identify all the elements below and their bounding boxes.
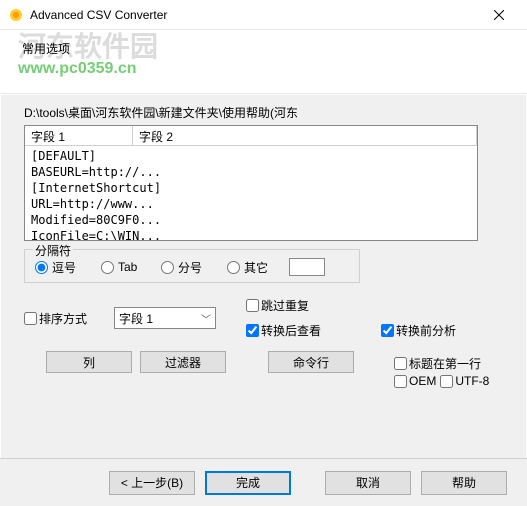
main-content: D:\tools\桌面\河东软件园\新建文件夹\使用帮助(河东 字段 1 字段 …	[0, 94, 527, 383]
list-item[interactable]: IconFile=C:\WIN...	[31, 228, 471, 241]
list-item[interactable]: URL=http://www...	[31, 196, 471, 212]
cmdline-button[interactable]: 命令行	[268, 351, 354, 373]
check-skip-dup[interactable]: 跳过重复	[246, 297, 321, 314]
other-separator-input[interactable]	[289, 258, 325, 276]
separator-group: 分隔符 逗号 Tab 分号 其它	[24, 249, 360, 283]
close-button[interactable]	[479, 1, 519, 29]
path-label: D:\tools\桌面\河东软件园\新建文件夹\使用帮助(河东	[24, 104, 503, 121]
list-item[interactable]: BASEURL=http://...	[31, 164, 471, 180]
radio-tab[interactable]: Tab	[101, 260, 159, 274]
back-button[interactable]: < 上一步(B)	[109, 471, 195, 495]
titlebar: Advanced CSV Converter	[0, 0, 527, 30]
radio-comma-input[interactable]	[35, 261, 48, 274]
check-sort-input[interactable]	[24, 312, 37, 325]
radio-comma[interactable]: 逗号	[35, 259, 99, 276]
chevron-down-icon: ﹀	[201, 311, 211, 326]
check-header-first[interactable]: 标题在第一行	[394, 355, 489, 372]
list-item[interactable]: Modified=80C9F0...	[31, 212, 471, 228]
check-header-first-input[interactable]	[394, 357, 407, 370]
radio-other-input[interactable]	[227, 261, 240, 274]
separator-group-title: 分隔符	[33, 242, 73, 259]
right-options: 标题在第一行 OEM UTF-8	[394, 355, 489, 388]
close-icon	[494, 10, 504, 20]
header-area: 河东软件园 www.pc0359.cn 常用选项	[0, 30, 527, 94]
help-button[interactable]: 帮助	[421, 471, 507, 495]
check-oem[interactable]: OEM	[394, 374, 436, 388]
list-item[interactable]: [InternetShortcut]	[31, 180, 471, 196]
window-title: Advanced CSV Converter	[30, 8, 479, 22]
column-header-1[interactable]: 字段 1	[25, 126, 133, 145]
combo-value: 字段 1	[119, 310, 153, 327]
check-analyze-before-input[interactable]	[381, 324, 394, 337]
check-view-after[interactable]: 转换后查看	[246, 322, 321, 339]
radio-semicolon[interactable]: 分号	[161, 259, 225, 276]
page-subtitle: 常用选项	[22, 40, 70, 57]
columns-button[interactable]: 列	[46, 351, 132, 373]
check-sort[interactable]: 排序方式	[24, 310, 106, 327]
column-header-2[interactable]: 字段 2	[133, 126, 477, 145]
finish-button[interactable]: 完成	[205, 471, 291, 495]
check-utf8-input[interactable]	[440, 375, 453, 388]
radio-semicolon-input[interactable]	[161, 261, 174, 274]
radio-other[interactable]: 其它	[227, 259, 287, 276]
sort-field-combo[interactable]: 字段 1 ﹀	[114, 307, 216, 329]
check-oem-input[interactable]	[394, 375, 407, 388]
preview-listbox[interactable]: 字段 1 字段 2 [DEFAULT] BASEURL=http://... […	[24, 125, 478, 241]
check-utf8[interactable]: UTF-8	[440, 374, 489, 388]
filter-button[interactable]: 过滤器	[140, 351, 226, 373]
app-icon	[8, 7, 24, 23]
check-skip-dup-input[interactable]	[246, 299, 259, 312]
radio-tab-input[interactable]	[101, 261, 114, 274]
cancel-button[interactable]: 取消	[325, 471, 411, 495]
check-analyze-before[interactable]: 转换前分析	[381, 322, 456, 339]
footer: < 上一步(B) 完成 取消 帮助	[0, 458, 527, 506]
check-view-after-input[interactable]	[246, 324, 259, 337]
list-item[interactable]: [DEFAULT]	[31, 148, 471, 164]
listbox-body[interactable]: [DEFAULT] BASEURL=http://... [InternetSh…	[25, 146, 477, 241]
